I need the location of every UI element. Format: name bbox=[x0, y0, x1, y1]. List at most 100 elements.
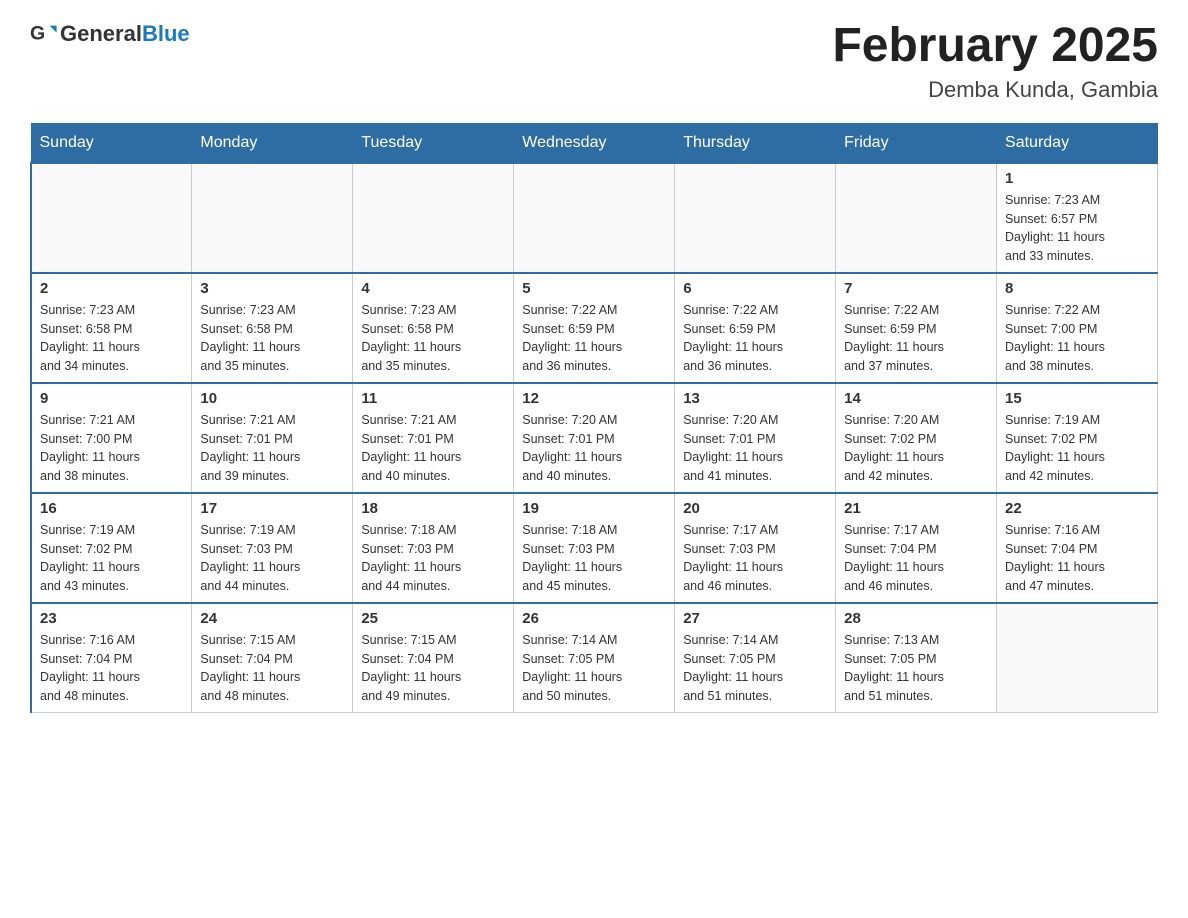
day-info: Sunrise: 7:23 AMSunset: 6:58 PMDaylight:… bbox=[40, 301, 183, 376]
day-number: 18 bbox=[361, 500, 505, 517]
calendar-week-row: 9 Sunrise: 7:21 AMSunset: 7:00 PMDaylight… bbox=[31, 383, 1158, 493]
calendar-cell: 5 Sunrise: 7:22 AMSunset: 6:59 PMDaylight… bbox=[514, 273, 675, 383]
calendar-cell: 1 Sunrise: 7:23 AMSunset: 6:57 PMDaylight… bbox=[997, 163, 1158, 273]
day-info: Sunrise: 7:20 AMSunset: 7:02 PMDaylight:… bbox=[844, 411, 988, 486]
day-number: 1 bbox=[1005, 170, 1149, 187]
day-info: Sunrise: 7:20 AMSunset: 7:01 PMDaylight:… bbox=[683, 411, 827, 486]
calendar-cell: 27 Sunrise: 7:14 AMSunset: 7:05 PMDayligh… bbox=[675, 603, 836, 713]
calendar-cell: 23Sunrise: 7:16 AMSunset: 7:04 PMDayligh… bbox=[31, 603, 192, 713]
day-number: 7 bbox=[844, 280, 988, 297]
day-number: 3 bbox=[200, 280, 344, 297]
day-info: Sunrise: 7:19 AMSunset: 7:02 PMDaylight:… bbox=[1005, 411, 1149, 486]
calendar-cell: 6 Sunrise: 7:22 AMSunset: 6:59 PMDaylight… bbox=[675, 273, 836, 383]
calendar-cell: 2 Sunrise: 7:23 AMSunset: 6:58 PMDaylight… bbox=[31, 273, 192, 383]
month-title: February 2025 bbox=[832, 20, 1158, 73]
day-info: Sunrise: 7:15 AMSunset: 7:04 PMDaylight:… bbox=[361, 631, 505, 706]
calendar-cell: 16Sunrise: 7:19 AMSunset: 7:02 PMDayligh… bbox=[31, 493, 192, 603]
day-number: 6 bbox=[683, 280, 827, 297]
calendar-cell: 18 Sunrise: 7:18 AMSunset: 7:03 PMDayligh… bbox=[353, 493, 514, 603]
day-number: 25 bbox=[361, 610, 505, 627]
calendar-table: SundayMondayTuesdayWednesdayThursdayFrid… bbox=[30, 123, 1158, 713]
calendar-week-row: 2 Sunrise: 7:23 AMSunset: 6:58 PMDaylight… bbox=[31, 273, 1158, 383]
logo-icon: G bbox=[30, 20, 58, 48]
calendar-cell bbox=[675, 163, 836, 273]
day-info: Sunrise: 7:18 AMSunset: 7:03 PMDaylight:… bbox=[361, 521, 505, 596]
calendar-cell bbox=[997, 603, 1158, 713]
calendar-cell: 24 Sunrise: 7:15 AMSunset: 7:04 PMDayligh… bbox=[192, 603, 353, 713]
day-number: 14 bbox=[844, 390, 988, 407]
day-number: 28 bbox=[844, 610, 988, 627]
calendar-cell: 11Sunrise: 7:21 AMSunset: 7:01 PMDayligh… bbox=[353, 383, 514, 493]
day-number: 17 bbox=[200, 500, 344, 517]
calendar-week-row: 16Sunrise: 7:19 AMSunset: 7:02 PMDayligh… bbox=[31, 493, 1158, 603]
calendar-cell: 3 Sunrise: 7:23 AMSunset: 6:58 PMDaylight… bbox=[192, 273, 353, 383]
calendar-week-row: 23Sunrise: 7:16 AMSunset: 7:04 PMDayligh… bbox=[31, 603, 1158, 713]
day-info: Sunrise: 7:20 AMSunset: 7:01 PMDaylight:… bbox=[522, 411, 666, 486]
day-number: 8 bbox=[1005, 280, 1149, 297]
day-number: 5 bbox=[522, 280, 666, 297]
calendar-cell: 14 Sunrise: 7:20 AMSunset: 7:02 PMDayligh… bbox=[836, 383, 997, 493]
calendar-cell: 10 Sunrise: 7:21 AMSunset: 7:01 PMDayligh… bbox=[192, 383, 353, 493]
calendar-cell: 22 Sunrise: 7:16 AMSunset: 7:04 PMDayligh… bbox=[997, 493, 1158, 603]
calendar-header-row: SundayMondayTuesdayWednesdayThursdayFrid… bbox=[31, 123, 1158, 163]
day-info: Sunrise: 7:21 AMSunset: 7:00 PMDaylight:… bbox=[40, 411, 183, 486]
day-info: Sunrise: 7:18 AMSunset: 7:03 PMDaylight:… bbox=[522, 521, 666, 596]
day-info: Sunrise: 7:17 AMSunset: 7:04 PMDaylight:… bbox=[844, 521, 988, 596]
calendar-header-thursday: Thursday bbox=[675, 123, 836, 163]
day-info: Sunrise: 7:17 AMSunset: 7:03 PMDaylight:… bbox=[683, 521, 827, 596]
day-number: 20 bbox=[683, 500, 827, 517]
day-number: 21 bbox=[844, 500, 988, 517]
calendar-cell bbox=[192, 163, 353, 273]
calendar-cell: 17 Sunrise: 7:19 AMSunset: 7:03 PMDayligh… bbox=[192, 493, 353, 603]
calendar-cell: 7 Sunrise: 7:22 AMSunset: 6:59 PMDaylight… bbox=[836, 273, 997, 383]
day-info: Sunrise: 7:23 AMSunset: 6:57 PMDaylight:… bbox=[1005, 191, 1149, 266]
calendar-header-friday: Friday bbox=[836, 123, 997, 163]
day-info: Sunrise: 7:21 AMSunset: 7:01 PMDaylight:… bbox=[200, 411, 344, 486]
calendar-cell: 28 Sunrise: 7:13 AMSunset: 7:05 PMDayligh… bbox=[836, 603, 997, 713]
calendar-cell: 15 Sunrise: 7:19 AMSunset: 7:02 PMDayligh… bbox=[997, 383, 1158, 493]
day-info: Sunrise: 7:14 AMSunset: 7:05 PMDaylight:… bbox=[683, 631, 827, 706]
day-number: 9 bbox=[40, 390, 183, 407]
day-info: Sunrise: 7:19 AMSunset: 7:03 PMDaylight:… bbox=[200, 521, 344, 596]
calendar-cell bbox=[836, 163, 997, 273]
svg-text:G: G bbox=[30, 23, 45, 45]
day-info: Sunrise: 7:23 AMSunset: 6:58 PMDaylight:… bbox=[361, 301, 505, 376]
calendar-cell: 4Sunrise: 7:23 AMSunset: 6:58 PMDaylight… bbox=[353, 273, 514, 383]
calendar-cell: 21 Sunrise: 7:17 AMSunset: 7:04 PMDayligh… bbox=[836, 493, 997, 603]
day-number: 10 bbox=[200, 390, 344, 407]
calendar-header-monday: Monday bbox=[192, 123, 353, 163]
day-number: 23 bbox=[40, 610, 183, 627]
day-number: 24 bbox=[200, 610, 344, 627]
day-info: Sunrise: 7:23 AMSunset: 6:58 PMDaylight:… bbox=[200, 301, 344, 376]
day-number: 27 bbox=[683, 610, 827, 627]
logo-blue-text: Blue bbox=[142, 21, 190, 46]
day-info: Sunrise: 7:19 AMSunset: 7:02 PMDaylight:… bbox=[40, 521, 183, 596]
calendar-header-saturday: Saturday bbox=[997, 123, 1158, 163]
day-number: 22 bbox=[1005, 500, 1149, 517]
day-info: Sunrise: 7:22 AMSunset: 6:59 PMDaylight:… bbox=[844, 301, 988, 376]
day-info: Sunrise: 7:16 AMSunset: 7:04 PMDaylight:… bbox=[1005, 521, 1149, 596]
calendar-cell: 8Sunrise: 7:22 AMSunset: 7:00 PMDaylight… bbox=[997, 273, 1158, 383]
day-number: 12 bbox=[522, 390, 666, 407]
day-number: 2 bbox=[40, 280, 183, 297]
day-number: 13 bbox=[683, 390, 827, 407]
day-info: Sunrise: 7:13 AMSunset: 7:05 PMDaylight:… bbox=[844, 631, 988, 706]
page-header: G GeneralBlue February 2025 Demba Kunda,… bbox=[30, 20, 1158, 103]
logo-general-text: General bbox=[60, 21, 142, 46]
calendar-cell bbox=[514, 163, 675, 273]
calendar-cell: 20 Sunrise: 7:17 AMSunset: 7:03 PMDayligh… bbox=[675, 493, 836, 603]
location: Demba Kunda, Gambia bbox=[832, 77, 1158, 103]
day-info: Sunrise: 7:21 AMSunset: 7:01 PMDaylight:… bbox=[361, 411, 505, 486]
day-info: Sunrise: 7:22 AMSunset: 6:59 PMDaylight:… bbox=[522, 301, 666, 376]
day-info: Sunrise: 7:15 AMSunset: 7:04 PMDaylight:… bbox=[200, 631, 344, 706]
day-number: 19 bbox=[522, 500, 666, 517]
calendar-cell bbox=[31, 163, 192, 273]
day-info: Sunrise: 7:22 AMSunset: 6:59 PMDaylight:… bbox=[683, 301, 827, 376]
day-number: 15 bbox=[1005, 390, 1149, 407]
day-info: Sunrise: 7:14 AMSunset: 7:05 PMDaylight:… bbox=[522, 631, 666, 706]
calendar-cell: 25 Sunrise: 7:15 AMSunset: 7:04 PMDayligh… bbox=[353, 603, 514, 713]
calendar-cell: 9 Sunrise: 7:21 AMSunset: 7:00 PMDaylight… bbox=[31, 383, 192, 493]
logo: G GeneralBlue bbox=[30, 20, 190, 48]
calendar-cell: 13 Sunrise: 7:20 AMSunset: 7:01 PMDayligh… bbox=[675, 383, 836, 493]
calendar-header-tuesday: Tuesday bbox=[353, 123, 514, 163]
